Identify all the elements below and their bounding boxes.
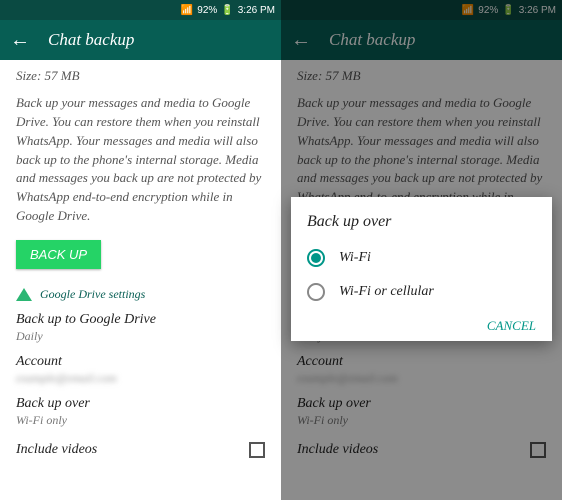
dialog-actions: CANCEL [307, 309, 536, 335]
dialog-title: Back up over [307, 213, 536, 231]
opt-value: Wi-Fi only [16, 413, 265, 428]
radio-icon[interactable] [307, 283, 325, 301]
google-drive-header: Google Drive settings [16, 287, 265, 302]
radio-icon-selected[interactable] [307, 249, 325, 267]
radio-label: Wi-Fi or cellular [339, 284, 434, 300]
opt-label: Back up to Google Drive [16, 312, 265, 328]
radio-option-wifi-cellular[interactable]: Wi-Fi or cellular [307, 275, 536, 309]
phone-right: 📶 92% 🔋 3:26 PM ← Chat backup Size: 57 M… [281, 0, 562, 500]
back-arrow-icon[interactable]: ← [10, 29, 30, 52]
opt-label: Include videos [16, 442, 97, 458]
cancel-button[interactable]: CANCEL [487, 318, 536, 333]
option-include-videos[interactable]: Include videos [16, 442, 265, 458]
status-bar: 📶 92% 🔋 3:26 PM [0, 0, 281, 20]
battery-pct: 92% [197, 5, 217, 16]
backup-button[interactable]: BACK UP [16, 240, 101, 269]
option-account[interactable]: Account example@email.com [16, 354, 265, 386]
backup-over-dialog: Back up over Wi-Fi Wi-Fi or cellular CAN… [291, 197, 552, 341]
opt-label: Back up over [16, 396, 265, 412]
opt-value: Daily [16, 329, 265, 344]
backup-size: Size: 57 MB [16, 68, 265, 84]
opt-label: Account [16, 354, 265, 370]
radio-label: Wi-Fi [339, 250, 371, 266]
phone-left: 📶 92% 🔋 3:26 PM ← Chat backup Size: 57 M… [0, 0, 281, 500]
google-drive-icon [16, 288, 32, 301]
signal-icon: 📶 [181, 5, 193, 16]
title-bar: ← Chat backup [0, 20, 281, 60]
backup-description: Back up your messages and media to Googl… [16, 94, 265, 226]
opt-value-blurred: example@email.com [16, 371, 265, 386]
page-title: Chat backup [48, 30, 134, 50]
option-backup-over[interactable]: Back up over Wi-Fi only [16, 396, 265, 428]
option-backup-to-drive[interactable]: Back up to Google Drive Daily [16, 312, 265, 344]
checkbox-icon[interactable] [249, 442, 265, 458]
battery-icon: 🔋 [221, 5, 233, 16]
google-drive-title: Google Drive settings [40, 287, 145, 302]
content: Size: 57 MB Back up your messages and me… [0, 60, 281, 500]
radio-option-wifi[interactable]: Wi-Fi [307, 241, 536, 275]
clock: 3:26 PM [238, 5, 275, 16]
